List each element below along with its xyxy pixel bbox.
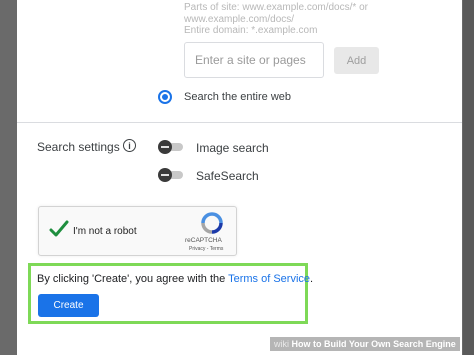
create-button[interactable]: Create <box>38 294 99 317</box>
site-input[interactable] <box>184 42 324 78</box>
image-search-label: Image search <box>196 141 269 155</box>
watermark-text: How to Build Your Own Search Engine <box>291 339 456 349</box>
recaptcha-label: I'm not a robot <box>73 226 137 237</box>
recaptcha-logo-icon <box>201 212 223 239</box>
recaptcha-links[interactable]: Privacy - Terms <box>189 246 223 252</box>
safesearch-toggle[interactable] <box>158 168 184 182</box>
recaptcha-brand: reCAPTCHA <box>185 237 222 244</box>
search-entire-web-label: Search the entire web <box>184 91 292 103</box>
recaptcha-widget: I'm not a robot reCAPTCHA Privacy - Term… <box>38 206 237 256</box>
agreement-text: By clicking 'Create', you agree with the… <box>37 273 313 285</box>
search-entire-web-radio[interactable] <box>158 90 172 104</box>
toggle-knob <box>158 168 172 182</box>
terms-of-service-link[interactable]: Terms of Service <box>228 273 310 285</box>
site-hint-text: Parts of site: www.example.com/docs/* or… <box>184 2 368 36</box>
section-divider <box>17 122 462 123</box>
info-icon[interactable]: i <box>123 139 136 152</box>
image-search-toggle[interactable] <box>158 140 184 154</box>
scrollbar[interactable] <box>463 0 474 355</box>
safesearch-label: SafeSearch <box>196 169 259 183</box>
toggle-knob <box>158 140 172 154</box>
agreement-prefix: By clicking 'Create', you agree with the <box>37 273 229 285</box>
watermark-brand: wiki <box>274 339 289 349</box>
watermark: wiki How to Build Your Own Search Engine <box>270 337 460 351</box>
search-settings-label: Search settings <box>37 140 120 154</box>
add-button[interactable]: Add <box>334 47 379 74</box>
agreement-suffix: . <box>310 273 314 285</box>
checkmark-icon[interactable] <box>49 220 69 243</box>
